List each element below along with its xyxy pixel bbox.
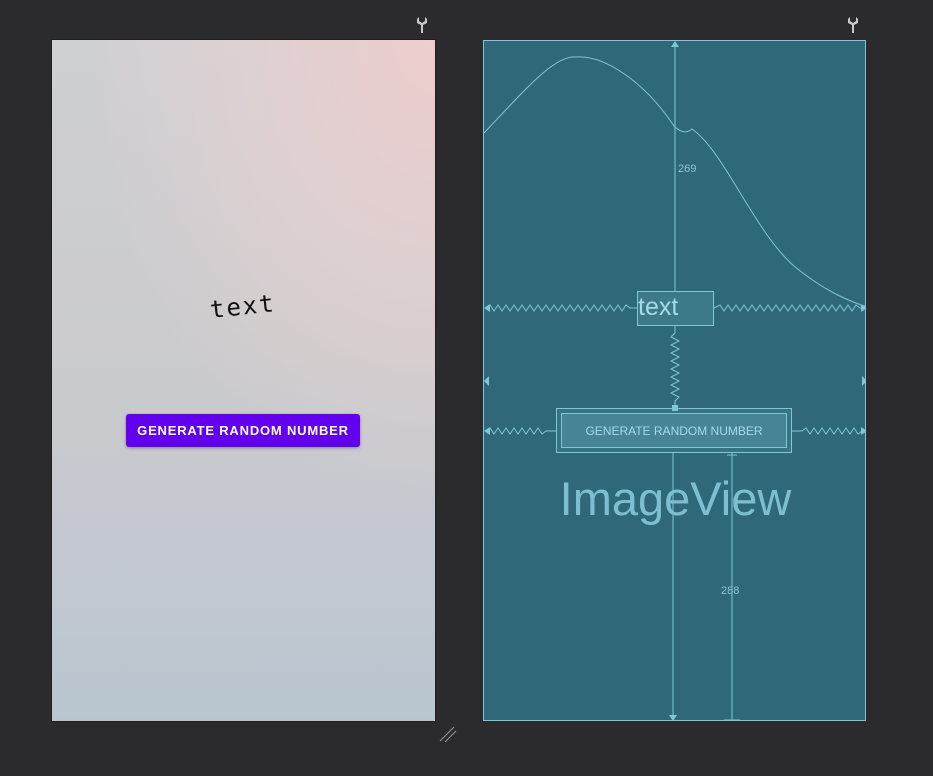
blueprint-surface[interactable]: 269 text GENERATE RANDOM NUMBER ImageVie… [483, 40, 866, 721]
wrench-icon[interactable] [848, 17, 858, 33]
generate-random-number-button[interactable]: GENERATE RANDOM NUMBER [126, 414, 360, 447]
design-surface[interactable]: text GENERATE RANDOM NUMBER [52, 40, 435, 721]
text-view[interactable]: text [209, 288, 291, 324]
text-view-outline[interactable]: text [637, 291, 714, 326]
top-margin-label: 269 [678, 163, 697, 175]
button-label: GENERATE RANDOM NUMBER [561, 413, 787, 448]
generate-random-number-button-outline[interactable]: GENERATE RANDOM NUMBER [556, 408, 792, 453]
constraint-lines [484, 41, 865, 720]
wrench-icon[interactable] [417, 17, 427, 33]
image-view-label: ImageView [559, 472, 792, 525]
resize-handle-icon[interactable] [439, 726, 457, 744]
bottom-margin-label: 288 [721, 585, 740, 597]
